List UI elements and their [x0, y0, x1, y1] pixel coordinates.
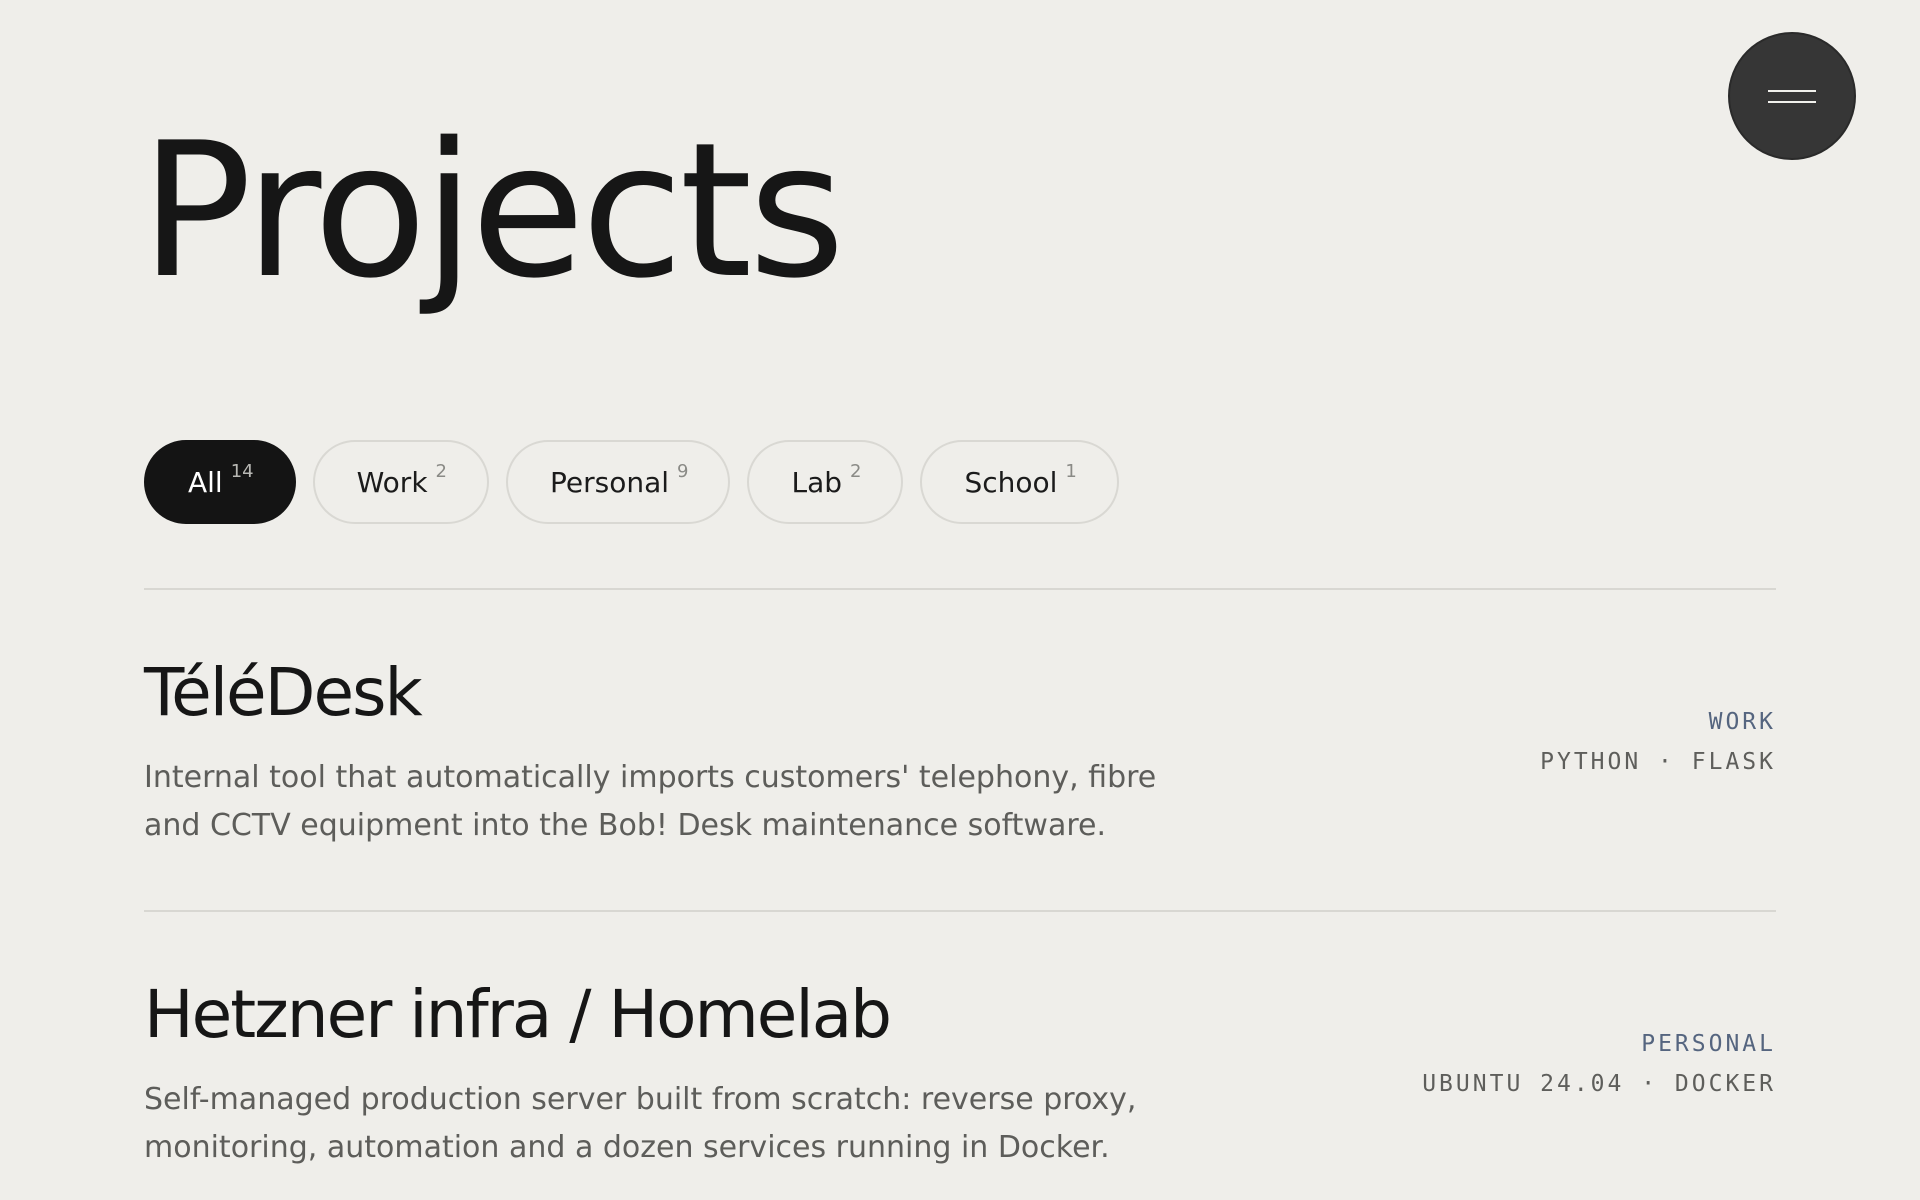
project-meta: PERSONAL UBUNTU 24.04 · DOCKER [1422, 1024, 1776, 1104]
filter-personal-button[interactable]: Personal 9 [505, 440, 731, 524]
project-title: Hetzner infra / Homelab [144, 976, 892, 1053]
filter-school-button[interactable]: School 1 [920, 440, 1119, 524]
project-item-teledesk[interactable]: TéléDesk Internal tool that automaticall… [144, 660, 1776, 900]
menu-button[interactable] [1728, 32, 1856, 160]
filter-label: School [964, 465, 1058, 499]
divider [144, 588, 1776, 590]
filter-label: Lab [791, 465, 842, 499]
filter-bar: All 14 Work 2 Personal 9 Lab 2 School 1 [144, 440, 1119, 524]
filter-label: Personal [549, 465, 670, 499]
project-title: TéléDesk [144, 654, 423, 731]
divider [144, 910, 1776, 912]
filter-count: 2 [850, 460, 862, 482]
filter-all-button[interactable]: All 14 [144, 440, 296, 524]
filter-work-button[interactable]: Work 2 [312, 440, 489, 524]
page-title: Projects [140, 102, 845, 319]
project-item-homelab[interactable]: Hetzner infra / Homelab Self-managed pro… [144, 982, 1776, 1200]
filter-label: Work [356, 465, 428, 499]
filter-count: 1 [1065, 460, 1077, 482]
project-description: Self-managed production server built fro… [144, 1082, 1137, 1165]
project-stack: PYTHON · FLASK [1540, 749, 1776, 775]
filter-label: All [188, 465, 223, 499]
filter-lab-button[interactable]: Lab 2 [747, 440, 904, 524]
project-meta: WORK PYTHON · FLASK [1540, 702, 1776, 782]
project-category: PERSONAL [1641, 1031, 1776, 1057]
hamburger-icon [1768, 89, 1816, 103]
project-description: Internal tool that automatically imports… [144, 760, 1157, 843]
project-category: WORK [1708, 709, 1776, 735]
filter-count: 14 [230, 460, 254, 482]
filter-count: 9 [677, 460, 689, 482]
filter-count: 2 [435, 460, 447, 482]
project-stack: UBUNTU 24.04 · DOCKER [1422, 1071, 1776, 1097]
